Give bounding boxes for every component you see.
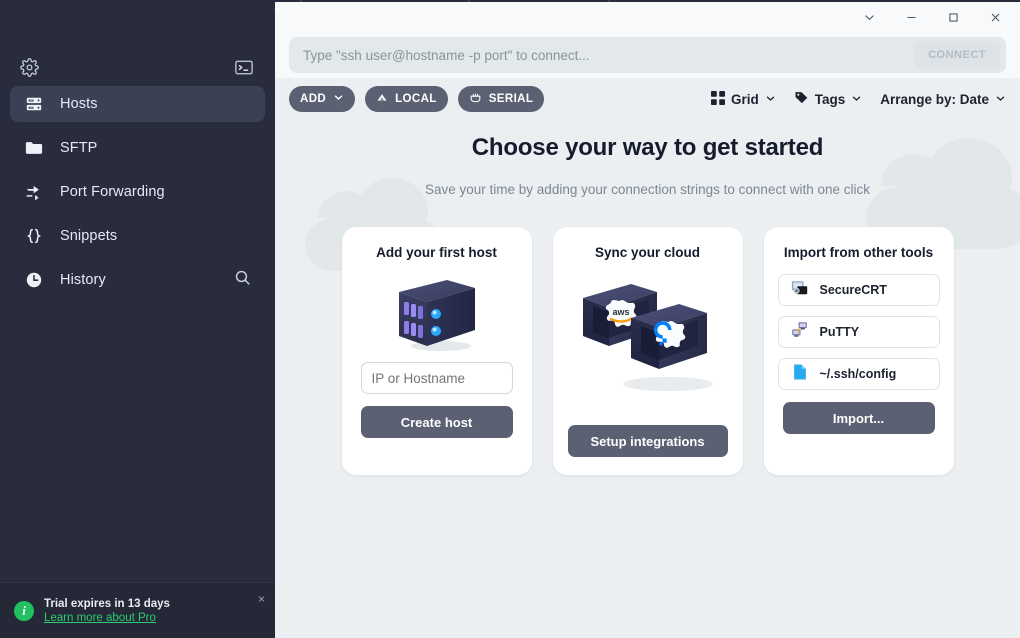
close-icon[interactable]: × [258, 593, 265, 605]
connect-bar: Type "ssh user@hostname -p port" to conn… [275, 32, 1020, 78]
cards-row: Add your first host IP or Hostname Creat… [275, 227, 1020, 475]
minimize-icon[interactable] [890, 2, 932, 32]
search-icon[interactable] [234, 269, 251, 291]
chevron-down-icon [765, 92, 776, 107]
grid-icon [710, 90, 725, 108]
add-button-label: ADD [300, 93, 327, 105]
sidebar-item-hosts[interactable]: Hosts [10, 86, 265, 122]
server-3d-illustration [389, 266, 485, 362]
import-item-label: ~/.ssh/config [819, 367, 897, 381]
create-host-button[interactable]: Create host [360, 406, 513, 438]
grid-label: Grid [730, 91, 759, 107]
import-item-label: PuTTY [819, 325, 860, 339]
arrange-by-label: Arrange by: Date [880, 91, 989, 107]
import-item-putty[interactable]: PuTTY [777, 316, 940, 348]
ssh-command-input[interactable]: Type "ssh user@hostname -p port" to conn… [289, 37, 1006, 73]
sidebar-header [0, 52, 275, 82]
app-window: Hosts SFTP Port Forwarding Snippets Hist… [0, 0, 1020, 638]
gear-icon[interactable] [20, 57, 39, 77]
maximize-icon[interactable] [932, 2, 974, 32]
arrange-by-control[interactable]: Arrange by: Date [880, 92, 1006, 107]
chevron-down-icon [851, 92, 862, 107]
clock-icon [24, 271, 44, 289]
sidebar-item-label: Snippets [60, 228, 118, 244]
port-forwarding-icon [24, 184, 44, 200]
sidebar-item-label: Port Forwarding [60, 184, 165, 200]
content-area: Choose your way to get started Save your… [275, 120, 1020, 636]
import-item-ssh-config[interactable]: ~/.ssh/config [777, 358, 940, 390]
file-icon [791, 363, 809, 386]
putty-icon [791, 321, 809, 344]
card-title: Add your first host [376, 245, 497, 260]
import-source-list: SecureCRT PuTTY ~/.ssh/config [777, 274, 940, 390]
info-icon: i [14, 600, 34, 621]
sidebar-item-history[interactable]: History [10, 262, 265, 298]
sidebar-item-label: History [60, 272, 106, 288]
tags-control[interactable]: Tags [794, 90, 863, 108]
sidebar-item-label: Hosts [60, 96, 98, 112]
import-item-securecrt[interactable]: SecureCRT [777, 274, 940, 306]
securecrt-icon [791, 279, 809, 302]
sidebar-item-port-forwarding[interactable]: Port Forwarding [10, 174, 265, 210]
tags-label: Tags [814, 91, 846, 107]
sidebar-item-sftp[interactable]: SFTP [10, 130, 265, 166]
titlebar [275, 2, 1020, 32]
toolbar: ADD LOCAL SERIAL Grid Tags Arrange by: D… [275, 78, 1020, 120]
grid-view-control[interactable]: Grid [710, 90, 776, 108]
terminal-icon[interactable] [235, 60, 253, 75]
tag-icon [794, 90, 809, 108]
sidebar: Hosts SFTP Port Forwarding Snippets Hist… [0, 0, 275, 638]
page-title: Choose your way to get started [471, 134, 824, 161]
import-button[interactable]: Import... [782, 402, 935, 434]
card-import-tools: Import from other tools SecureCRT PuTTY … [763, 227, 954, 475]
import-item-label: SecureCRT [819, 283, 887, 297]
cloud-providers-3d-illustration: aws [567, 266, 729, 398]
local-icon [376, 92, 388, 107]
serial-button[interactable]: SERIAL [457, 86, 545, 112]
close-icon[interactable] [974, 2, 1016, 32]
connect-button[interactable]: CONNECT [914, 41, 1000, 69]
card-sync-cloud: Sync your cloud aws Setup integrations [552, 227, 743, 475]
toolbar-right-controls: Grid Tags Arrange by: Date [710, 90, 1006, 108]
local-button[interactable]: LOCAL [365, 86, 448, 112]
sidebar-item-label: SFTP [60, 140, 98, 156]
page-subtitle: Save your time by adding your connection… [425, 182, 870, 197]
card-add-host: Add your first host IP or Hostname Creat… [341, 227, 532, 475]
ip-or-hostname-input[interactable] [360, 362, 513, 394]
svg-text:aws: aws [612, 307, 629, 317]
server-rack-icon [24, 95, 44, 113]
braces-icon [24, 227, 44, 245]
setup-integrations-button[interactable]: Setup integrations [567, 425, 728, 457]
trial-title: Trial expires in 13 days [44, 597, 170, 610]
ssh-command-placeholder: Type "ssh user@hostname -p port" to conn… [303, 47, 590, 63]
sidebar-item-snippets[interactable]: Snippets [10, 218, 265, 254]
learn-more-link[interactable]: Learn more about Pro [44, 612, 170, 624]
trial-notification: i Trial expires in 13 days Learn more ab… [0, 582, 275, 638]
chevron-down-icon [333, 92, 344, 106]
chevron-down-icon[interactable] [848, 2, 890, 32]
serial-button-label: SERIAL [488, 93, 534, 105]
hero-section: Choose your way to get started Save your… [275, 120, 1020, 197]
serial-port-icon [469, 92, 482, 107]
chevron-down-icon [995, 92, 1006, 107]
folder-icon [24, 140, 44, 156]
card-title: Import from other tools [783, 245, 934, 260]
add-button[interactable]: ADD [289, 86, 356, 112]
main-window: Type "ssh user@hostname -p port" to conn… [275, 2, 1020, 638]
local-button-label: LOCAL [395, 93, 437, 105]
sidebar-nav: Hosts SFTP Port Forwarding Snippets Hist… [0, 86, 275, 306]
card-title: Sync your cloud [594, 245, 701, 260]
